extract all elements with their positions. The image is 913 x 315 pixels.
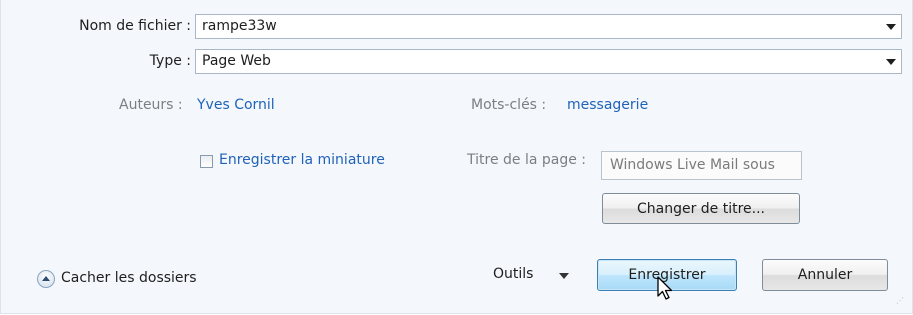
- thumbnail-checkbox[interactable]: [200, 155, 213, 168]
- chevron-down-icon[interactable]: [559, 273, 569, 279]
- keywords-value[interactable]: messagerie: [567, 97, 648, 113]
- chevron-down-icon[interactable]: [886, 59, 896, 65]
- type-select[interactable]: Page Web: [195, 49, 902, 74]
- thumbnail-label[interactable]: Enregistrer la miniature: [219, 152, 385, 168]
- type-label: Type :: [149, 53, 191, 69]
- tools-menu-label[interactable]: Outils: [493, 266, 533, 282]
- filename-label: Nom de fichier :: [79, 18, 191, 34]
- page-title-label: Titre de la page :: [467, 152, 587, 168]
- filename-value[interactable]: rampe33w: [202, 18, 277, 34]
- cancel-button[interactable]: Annuler: [762, 259, 888, 291]
- authors-value[interactable]: Yves Cornil: [197, 97, 275, 113]
- mouse-pointer-icon: [657, 276, 673, 300]
- type-value: Page Web: [202, 53, 271, 69]
- change-title-button[interactable]: Changer de titre...: [602, 193, 800, 224]
- authors-label: Auteurs :: [119, 97, 183, 113]
- resize-grip-icon[interactable]: ⋰: [896, 296, 904, 305]
- collapse-up-icon[interactable]: [37, 270, 55, 288]
- chevron-down-icon[interactable]: [886, 24, 896, 30]
- page-title-value: Windows Live Mail sous: [610, 157, 775, 173]
- hide-folders-link[interactable]: Cacher les dossiers: [61, 270, 197, 286]
- filename-combobox[interactable]: rampe33w: [195, 14, 902, 39]
- save-as-dialog: Nom de fichier : rampe33w Type : Page We…: [0, 0, 913, 314]
- keywords-label: Mots-clés :: [471, 97, 547, 113]
- page-title-field[interactable]: Windows Live Mail sous: [601, 151, 802, 180]
